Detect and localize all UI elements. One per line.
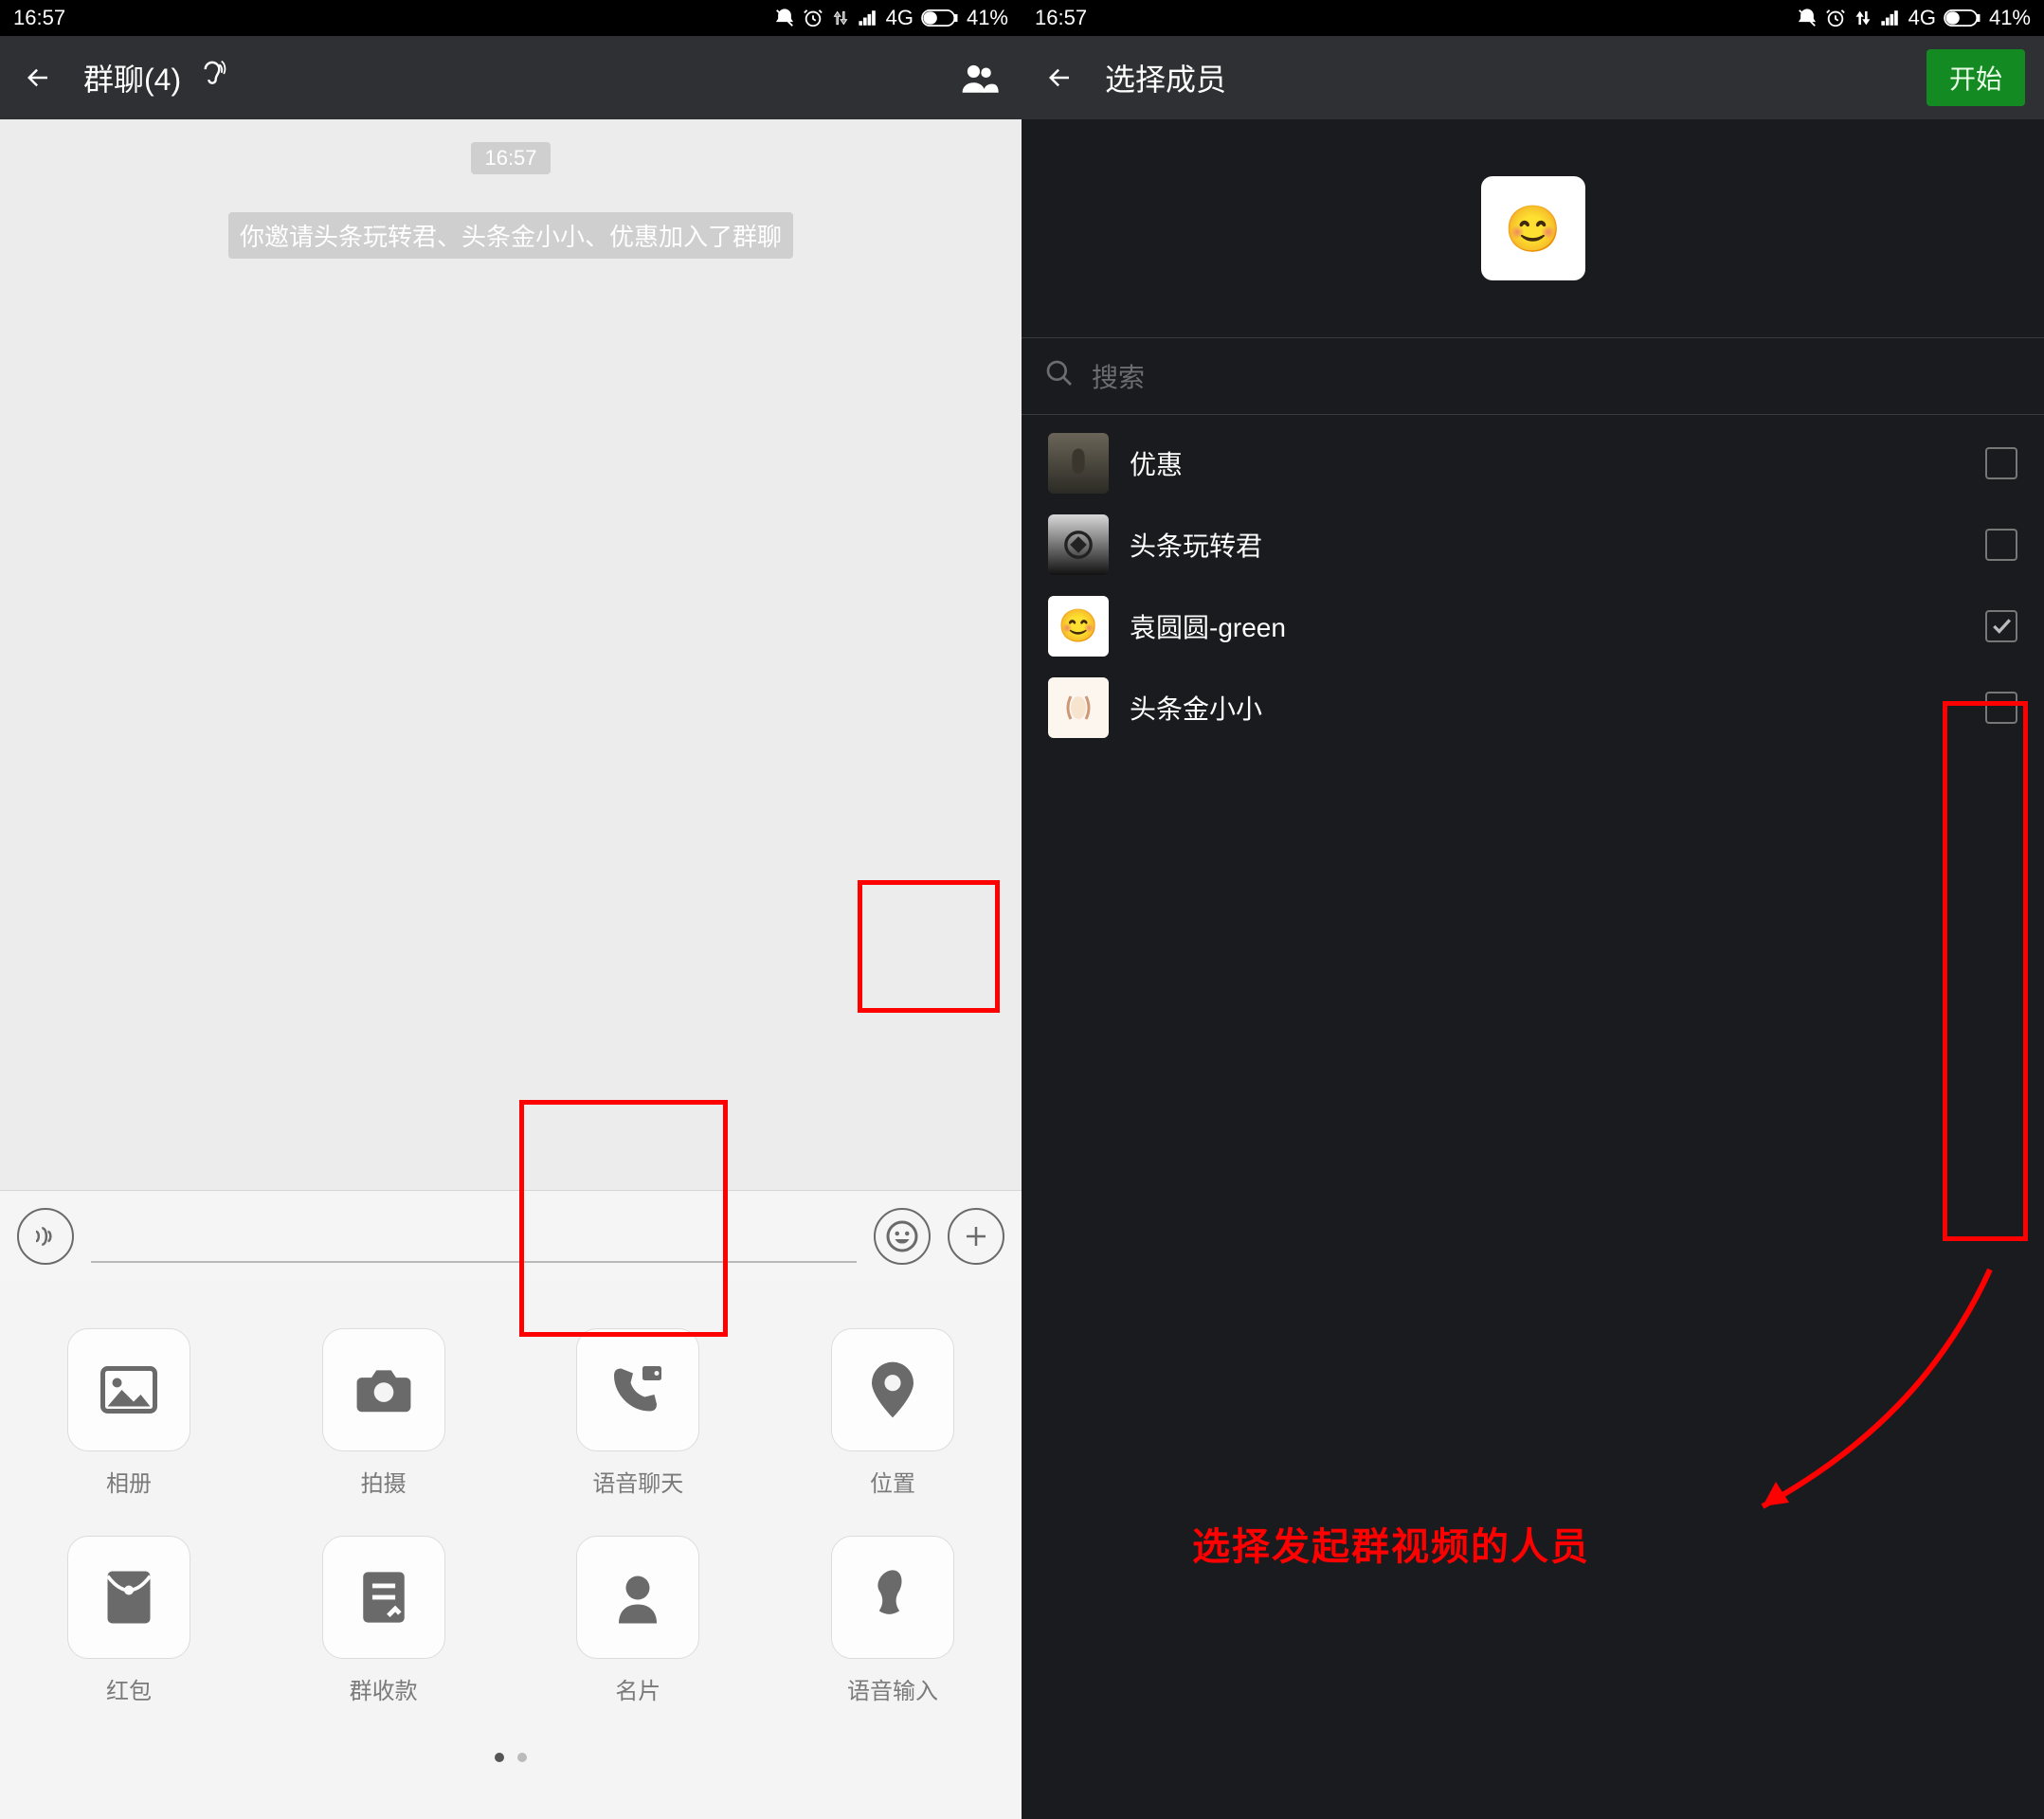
chat-timestamp: 16:57	[471, 142, 550, 174]
member-row[interactable]: 头条金小小	[1022, 667, 2044, 748]
network-label: 4G	[886, 6, 913, 30]
attach-voicechat[interactable]: 语音聊天	[543, 1328, 733, 1498]
attach-camera[interactable]: 拍摄	[289, 1328, 479, 1498]
dnd-icon	[1797, 8, 1818, 28]
signal-icon	[858, 8, 878, 28]
attach-redpacket[interactable]: 红包	[34, 1536, 224, 1705]
dnd-icon	[774, 8, 795, 28]
member-row[interactable]: 优惠	[1022, 423, 2044, 504]
screen-groupchat: 16:57 4G 41% 群聊(4)	[0, 0, 1022, 1819]
chat-header: 群聊(4)	[0, 36, 1022, 119]
status-bar: 16:57 4G 41%	[1022, 0, 2044, 36]
member-name: 头条金小小	[1130, 689, 1964, 727]
page-dot-1	[495, 1753, 504, 1762]
attach-location[interactable]: 位置	[798, 1328, 987, 1498]
attach-voiceinput[interactable]: 语音输入	[798, 1536, 987, 1705]
earpiece-icon[interactable]	[198, 58, 226, 98]
network-label: 4G	[1908, 6, 1936, 30]
member-list: 优惠 头条玩转君 😊 袁圆圆-green 头条金小小	[1022, 415, 2044, 756]
selected-avatar[interactable]: 😊	[1481, 176, 1585, 280]
chat-body: 16:57 你邀请头条玩转君、头条金小小、优惠加入了群聊	[0, 119, 1022, 1190]
attach-card-label: 名片	[615, 1672, 660, 1705]
back-button[interactable]	[1040, 59, 1078, 97]
member-avatar	[1048, 677, 1109, 738]
message-input[interactable]	[91, 1210, 857, 1263]
attach-redpacket-label: 红包	[106, 1672, 152, 1705]
page-dot-2	[517, 1753, 527, 1762]
members-button[interactable]	[957, 55, 1003, 100]
member-checkbox-checked[interactable]	[1985, 610, 2017, 642]
member-name: 头条玩转君	[1130, 526, 1964, 564]
avatar-emoji-icon: 😊	[1505, 202, 1562, 256]
attach-card[interactable]: 名片	[543, 1536, 733, 1705]
member-name: 优惠	[1130, 444, 1964, 482]
battery-label: 41%	[967, 6, 1008, 30]
system-message: 你邀请头条玩转君、头条金小小、优惠加入了群聊	[228, 212, 793, 259]
search-icon	[1044, 358, 1075, 395]
attach-location-label: 位置	[870, 1465, 915, 1498]
member-avatar	[1048, 514, 1109, 575]
annotation-caption: 选择发起群视频的人员	[1192, 1516, 1590, 1571]
voice-toggle-button[interactable]	[17, 1208, 74, 1265]
plus-button[interactable]	[948, 1208, 1004, 1265]
member-row[interactable]: 😊 袁圆圆-green	[1022, 585, 2044, 667]
emoji-button[interactable]	[874, 1208, 931, 1265]
member-avatar: 😊	[1048, 596, 1109, 657]
status-bar: 16:57 4G 41%	[0, 0, 1022, 36]
attachment-panel: 相册 拍摄 语音聊天 位置 红包 群收款	[0, 1281, 1022, 1819]
search-row[interactable]: 搜索	[1022, 337, 2044, 415]
select-header: 选择成员 开始	[1022, 36, 2044, 119]
attach-album-label: 相册	[106, 1465, 152, 1498]
back-button[interactable]	[19, 59, 57, 97]
battery-icon	[921, 9, 959, 27]
member-checkbox[interactable]	[1985, 529, 2017, 561]
attach-voiceinput-label: 语音输入	[847, 1672, 938, 1705]
attach-camera-label: 拍摄	[361, 1465, 407, 1498]
chat-title: 群聊(4)	[83, 56, 181, 99]
member-checkbox[interactable]	[1985, 692, 2017, 724]
screen-selectmember: 16:57 4G 41% 选择成员 开始 😊	[1022, 0, 2044, 1819]
input-bar	[0, 1190, 1022, 1281]
selected-avatar-area: 😊	[1022, 119, 2044, 337]
alarm-icon	[803, 8, 823, 28]
member-row[interactable]: 头条玩转君	[1022, 504, 2044, 585]
status-time: 16:57	[13, 6, 65, 30]
search-placeholder: 搜索	[1092, 357, 1145, 395]
status-time: 16:57	[1035, 6, 1087, 30]
updown-icon	[831, 9, 850, 27]
updown-icon	[1854, 9, 1872, 27]
battery-icon	[1944, 9, 1981, 27]
member-name: 袁圆圆-green	[1130, 607, 1964, 645]
attach-album[interactable]: 相册	[34, 1328, 224, 1498]
start-button[interactable]: 开始	[1926, 49, 2025, 106]
attach-groupcollect[interactable]: 群收款	[289, 1536, 479, 1705]
member-checkbox[interactable]	[1985, 447, 2017, 479]
alarm-icon	[1825, 8, 1846, 28]
battery-label: 41%	[1989, 6, 2031, 30]
attach-groupcollect-label: 群收款	[350, 1672, 418, 1705]
attach-voicechat-label: 语音聊天	[592, 1465, 683, 1498]
select-title: 选择成员	[1105, 56, 1226, 99]
signal-icon	[1880, 8, 1901, 28]
member-avatar	[1048, 433, 1109, 494]
page-indicator	[34, 1743, 987, 1781]
